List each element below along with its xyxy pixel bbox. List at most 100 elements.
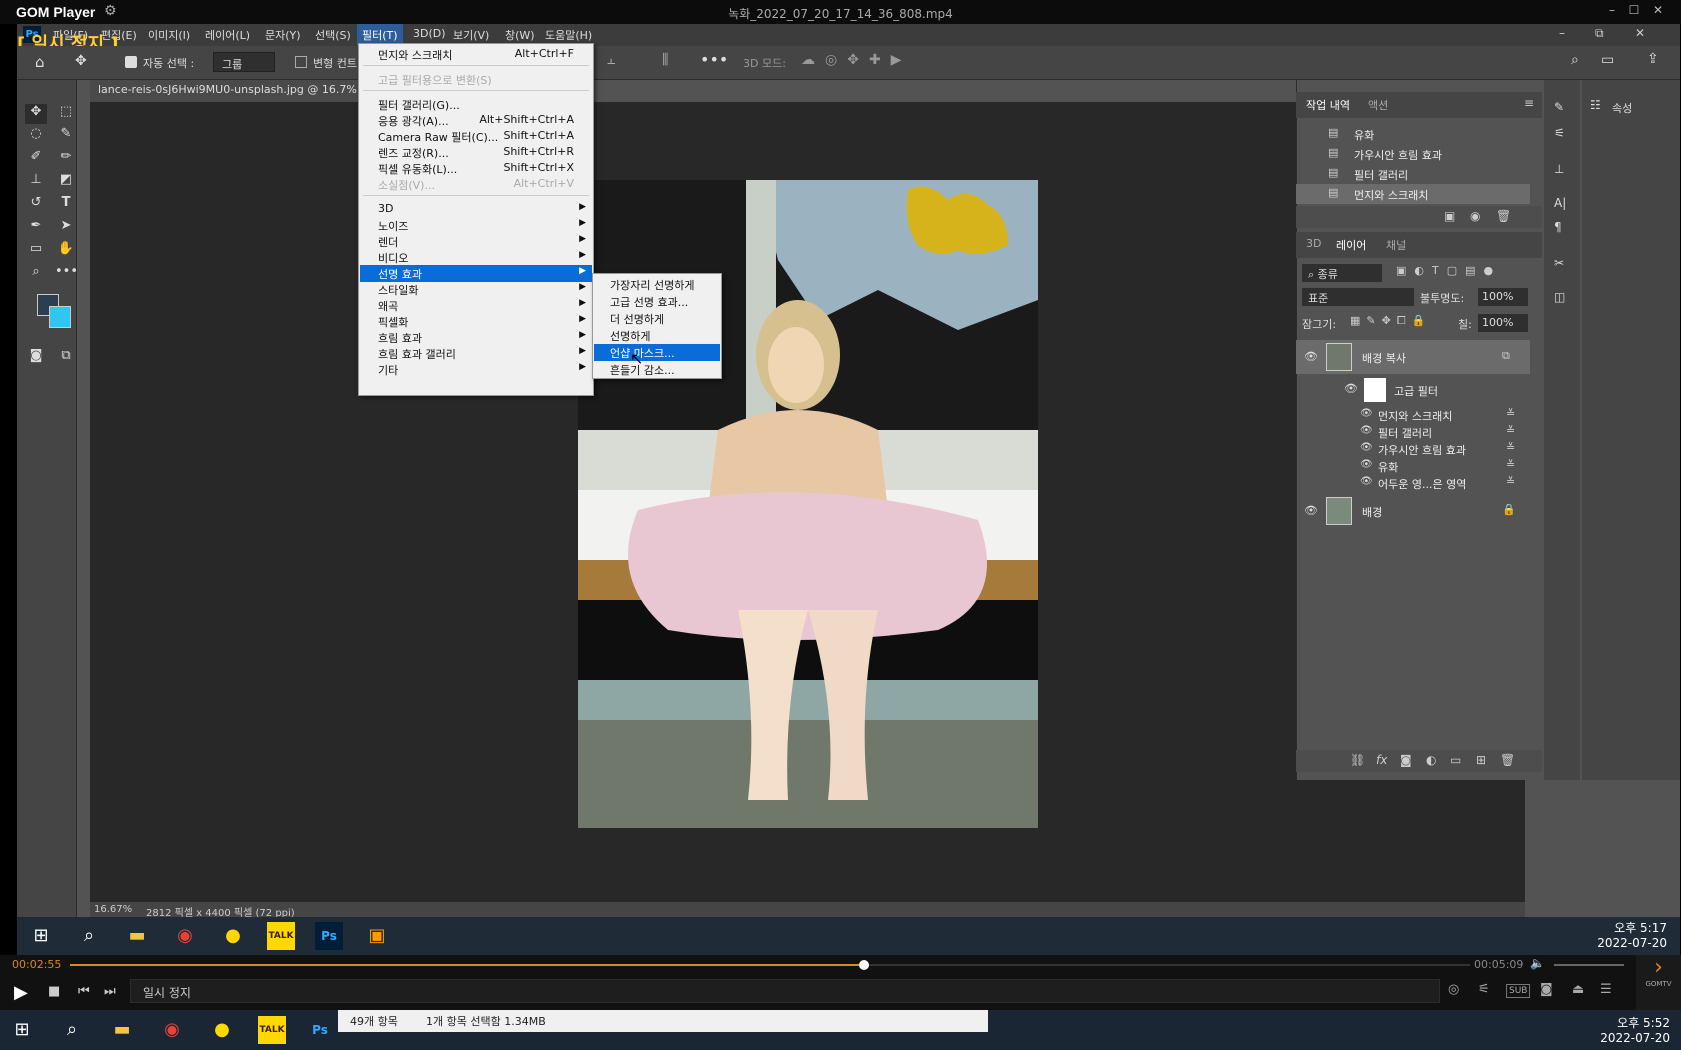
- search-icon[interactable]: ⌕: [75, 922, 103, 950]
- eyedropper-icon[interactable]: ✐: [25, 149, 47, 169]
- trash-icon[interactable]: 🗑: [1496, 209, 1511, 223]
- minimize-icon[interactable]: –: [1602, 3, 1622, 21]
- layer-filter-icons[interactable]: ▣◐T▢▤●: [1396, 264, 1501, 277]
- quick-select-icon[interactable]: ✎: [55, 126, 77, 146]
- recorder-icon[interactable]: ▣: [363, 922, 391, 950]
- menu-item-3d[interactable]: 3D ▶: [360, 201, 592, 218]
- lock-icons[interactable]: ▦✎✥⧠🔒: [1350, 314, 1431, 328]
- menu-item-render[interactable]: 렌더 ▶: [360, 233, 592, 250]
- ps-close-icon[interactable]: ✕: [1635, 26, 1645, 40]
- menu-3d[interactable]: 3D(D): [413, 27, 446, 40]
- menu-image[interactable]: 이미지(I): [148, 27, 190, 43]
- pen-icon[interactable]: ✒: [25, 218, 47, 238]
- smart-filter-item[interactable]: 👁 먼지와 스크래치 ≚: [1296, 406, 1530, 423]
- chat-bubble-icon[interactable]: ●: [219, 922, 247, 950]
- menu-select[interactable]: 선택(S): [315, 27, 351, 43]
- workspace-icon[interactable]: ▭: [1601, 52, 1614, 68]
- clone-source-icon[interactable]: ⊥: [1554, 162, 1564, 176]
- ps-minimize-icon[interactable]: –: [1559, 26, 1565, 40]
- photoshop-taskbar-icon[interactable]: Ps: [306, 1016, 334, 1044]
- move-icon[interactable]: ✥: [25, 104, 47, 124]
- blend-mode-dropdown[interactable]: 표준: [1302, 288, 1414, 306]
- marquee-icon[interactable]: ⬚: [55, 104, 77, 124]
- brush-settings-icon[interactable]: ✎: [1554, 100, 1564, 114]
- properties-icon[interactable]: ☷: [1590, 98, 1601, 112]
- paragraph-icon[interactable]: ¶: [1554, 220, 1562, 234]
- menu-help[interactable]: 도움말(H): [545, 27, 592, 43]
- submenu-sharpen-edges[interactable]: 가장자리 선명하게: [594, 276, 720, 293]
- subtitle-button[interactable]: SUB: [1506, 984, 1531, 998]
- chrome-icon[interactable]: ◉: [171, 922, 199, 950]
- chat-bubble-icon[interactable]: ●: [208, 1016, 236, 1044]
- eye-icon[interactable]: 👁: [1304, 504, 1318, 517]
- history-item[interactable]: ▤ 유화: [1296, 124, 1530, 144]
- menu-item-dust-scratches[interactable]: 먼지와 스크래치 Alt+Ctrl+F: [360, 46, 592, 63]
- menu-item-sharpen[interactable]: 선명 효과 ▶: [360, 265, 592, 282]
- new-layer-icon[interactable]: ⊞: [1476, 753, 1486, 767]
- brush-icon[interactable]: ✏: [55, 149, 77, 169]
- seek-knob[interactable]: [858, 960, 869, 970]
- distribute-icon[interactable]: ⫼: [662, 52, 668, 68]
- seek-bar[interactable]: [70, 960, 1470, 970]
- layer-background-copy[interactable]: 👁 배경 복사 ⧉: [1296, 340, 1530, 374]
- move-tool-icon[interactable]: ✥: [75, 53, 87, 69]
- adjustment-icon[interactable]: ◐: [1426, 753, 1436, 767]
- history-item[interactable]: ▤ 필터 갤러리: [1296, 164, 1530, 184]
- mask-icon[interactable]: ◙: [1400, 753, 1412, 767]
- next-icon[interactable]: ⏭: [104, 984, 116, 999]
- zoom-icon[interactable]: ⌕: [25, 264, 47, 284]
- tab-channels[interactable]: 채널: [1386, 237, 1406, 253]
- opacity-field[interactable]: 100%: [1478, 288, 1528, 306]
- eject-icon[interactable]: ⏏: [1572, 982, 1584, 997]
- layer-kind-filter[interactable]: ⌕ 종류: [1302, 264, 1382, 282]
- smart-filter-item[interactable]: 👁 가우시안 흐림 효과 ≚: [1296, 440, 1530, 457]
- ps-restore-icon[interactable]: ⧉: [1595, 26, 1604, 41]
- menu-item-blur-gallery[interactable]: 흐림 효과 갤러리 ▶: [360, 345, 592, 362]
- properties-label[interactable]: 속성: [1612, 100, 1632, 116]
- menu-item-other[interactable]: 기타 ▶: [360, 361, 592, 378]
- stamp-icon[interactable]: ⊥: [25, 172, 47, 192]
- menu-item-stylize[interactable]: 스타일화 ▶: [360, 281, 592, 298]
- path-select-icon[interactable]: ➤: [55, 218, 77, 238]
- smart-filter-item[interactable]: 👁 필터 갤러리 ≚: [1296, 423, 1530, 440]
- folder-icon[interactable]: ▭: [1450, 753, 1461, 767]
- history-item[interactable]: ▤ 가우시안 흐림 효과: [1296, 144, 1530, 164]
- search-icon[interactable]: ⌕: [58, 1016, 86, 1044]
- eye-icon[interactable]: 👁: [1344, 382, 1358, 395]
- eraser-icon[interactable]: ◩: [55, 172, 77, 192]
- menu-item-filter-gallery[interactable]: 필터 갤러리(G)...: [360, 96, 592, 113]
- type-icon[interactable]: T: [55, 195, 77, 215]
- screen-mode-icon[interactable]: ⧉: [55, 348, 77, 368]
- menu-item-blur[interactable]: 흐림 효과 ▶: [360, 329, 592, 346]
- layer-background[interactable]: 👁 배경 🔒: [1296, 495, 1530, 527]
- fx-icon[interactable]: fx: [1376, 753, 1387, 767]
- menu-view[interactable]: 보기(V): [453, 27, 489, 43]
- menu-item-video[interactable]: 비디오 ▶: [360, 249, 592, 266]
- more-options-icon[interactable]: •••: [700, 50, 728, 69]
- windows-start-icon[interactable]: ⊞: [27, 922, 55, 950]
- panel-menu-icon[interactable]: ≡: [1524, 96, 1534, 110]
- link-icon[interactable]: ⛓: [1350, 753, 1365, 767]
- menu-icon[interactable]: ☰: [1600, 982, 1612, 997]
- home-icon[interactable]: ⌂: [35, 53, 45, 71]
- file-explorer-icon[interactable]: ▬: [123, 922, 151, 950]
- submenu-sharpen[interactable]: 선명하게: [594, 327, 720, 344]
- menu-item-distort[interactable]: 왜곡 ▶: [360, 297, 592, 314]
- smart-filter-item[interactable]: 👁 유화 ≚: [1296, 457, 1530, 474]
- close-icon[interactable]: ✕: [1648, 3, 1668, 21]
- play-icon[interactable]: ▶: [14, 982, 28, 1003]
- windows-start-icon[interactable]: ⊞: [8, 1016, 36, 1044]
- adjust-icon[interactable]: ⚟: [1554, 126, 1565, 140]
- tab-layers[interactable]: 레이어: [1336, 237, 1366, 253]
- eye-icon[interactable]: 👁: [1304, 350, 1318, 363]
- share-icon[interactable]: ⇪: [1647, 51, 1659, 67]
- menu-window[interactable]: 창(W): [505, 27, 535, 43]
- background-color-swatch[interactable]: [49, 306, 71, 328]
- file-explorer-icon[interactable]: ▬: [108, 1016, 136, 1044]
- quick-mask-icon[interactable]: ◙: [25, 348, 47, 368]
- glyphs-icon[interactable]: ◫: [1554, 290, 1565, 304]
- lasso-icon[interactable]: ◌: [25, 126, 47, 146]
- photoshop-taskbar-icon[interactable]: Ps: [315, 922, 343, 950]
- auto-select-checkbox[interactable]: [125, 56, 137, 68]
- kakaotalk-icon[interactable]: TALK: [258, 1016, 286, 1044]
